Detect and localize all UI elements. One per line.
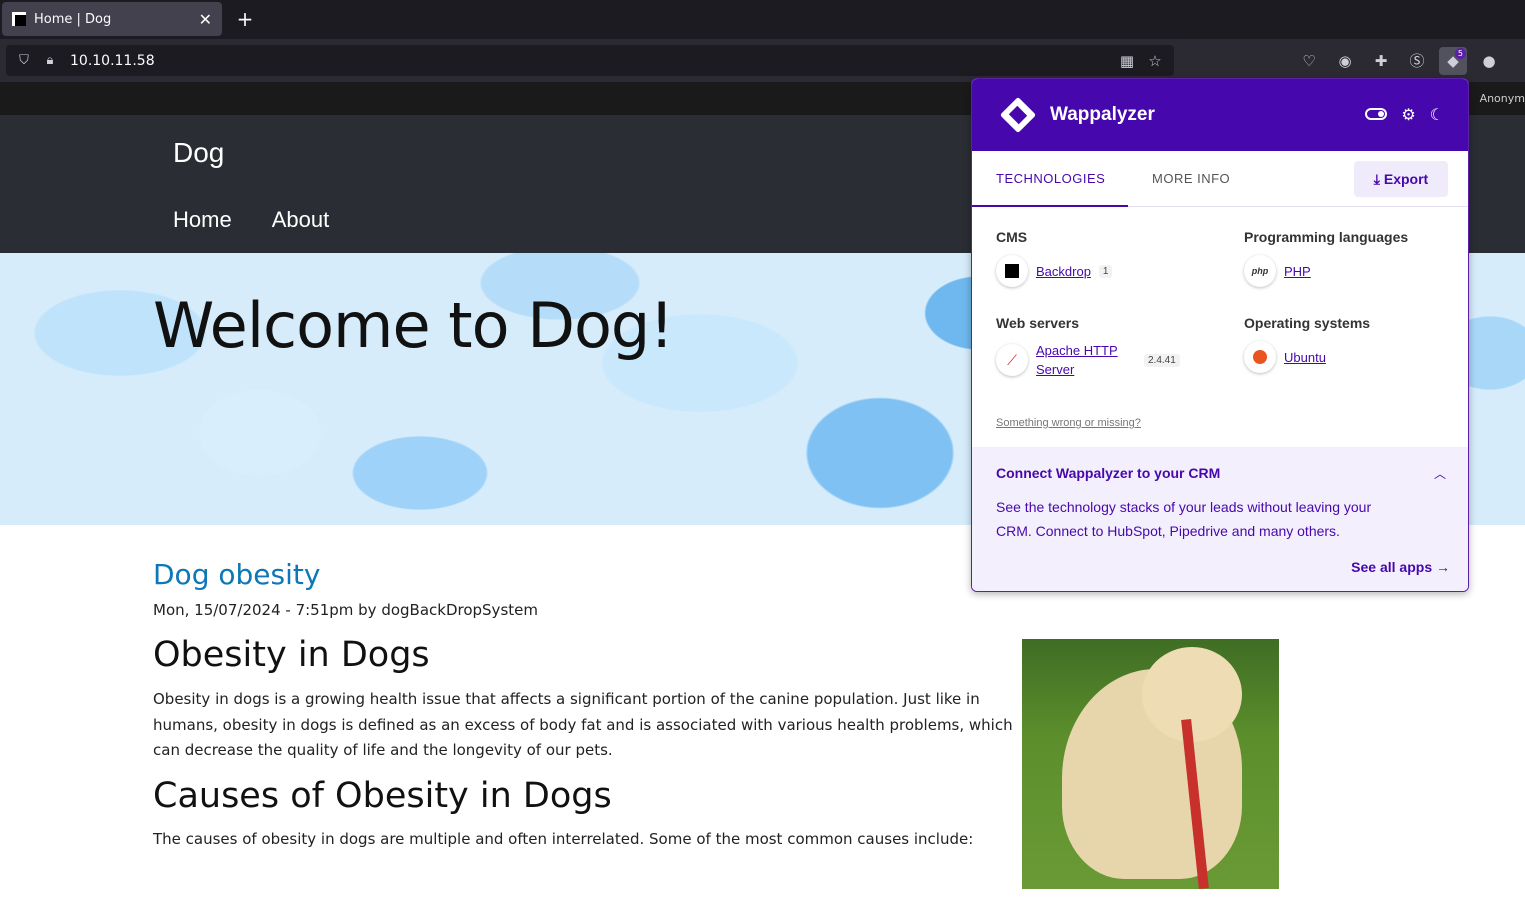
technologies-list: CMS Backdrop 1 Programming languages php… [972,207,1468,447]
article-title-link[interactable]: Dog obesity [153,558,1013,591]
pocket-icon[interactable]: ♡ [1295,47,1323,75]
tab-home-dog[interactable]: Home | Dog ✕ [2,2,222,36]
backdrop-icon [996,255,1028,287]
wappalyzer-logo-icon [996,96,1042,134]
tech-item-backdrop[interactable]: Backdrop 1 [996,255,1113,287]
account-icon[interactable]: ◉ [1331,47,1359,75]
extension-count-badge: 5 [1454,48,1466,59]
category-title: Operating systems [1244,315,1371,331]
crm-panel: Connect Wappalyzer to your CRM ︿ See the… [972,447,1468,591]
category-title: CMS [996,229,1028,245]
close-tab-icon[interactable]: ✕ [199,10,212,29]
something-wrong-link[interactable]: Something wrong or missing? [996,417,1141,429]
category-title: Programming languages [1244,229,1409,245]
category-programming-languages: Programming languages php PHP [1244,229,1408,287]
bookmark-star-icon[interactable]: ☆ [1146,52,1164,70]
tech-version: 2.4.41 [1144,353,1180,367]
settings-gear-icon[interactable]: ⚙ [1401,105,1415,125]
arrow-right-icon: → [1436,559,1450,575]
article-meta: Mon, 15/07/2024 - 7:51pm by dogBackDropS… [153,601,538,619]
toolbar-icons: ♡ ◉ ✚ Ⓢ ◆ 5 ● [1295,47,1503,75]
main-menu: Home About [173,207,329,233]
tab-technologies[interactable]: TECHNOLOGIES [972,151,1128,207]
tech-item-php[interactable]: php PHP [1244,255,1408,287]
tech-name-link[interactable]: PHP [1284,262,1311,281]
anonymous-label: Anonym [1479,92,1525,105]
tech-item-ubuntu[interactable]: Ubuntu [1244,341,1370,373]
lock-icon[interactable]: 🔒︎ [42,53,58,69]
wappalyzer-title: Wappalyzer [1050,104,1155,125]
tech-name-link[interactable]: Backdrop [1036,262,1091,281]
nav-bar: ⛉ 🔒︎ 10.10.11.58 ▦ ☆ ♡ ◉ ✚ Ⓢ ◆ 5 ● [0,39,1525,82]
site-name-link[interactable]: Dog [173,137,224,169]
export-label: Export [1383,171,1429,187]
tech-name-link[interactable]: Ubuntu [1284,348,1326,367]
category-cms: CMS Backdrop 1 [996,229,1113,287]
ubuntu-icon [1244,341,1276,373]
crm-title: Connect Wappalyzer to your CRM [996,465,1221,481]
url-text[interactable]: 10.10.11.58 [70,53,1118,69]
menu-home-link[interactable]: Home [173,207,232,233]
article-paragraph: Obesity in dogs is a growing health issu… [153,690,1013,759]
see-all-apps-link[interactable]: See all apps → [1351,559,1450,575]
apache-feather-icon: ⟋ [996,344,1028,376]
tab-title: Home | Dog [34,11,112,27]
export-button[interactable]: ⤓ Export [1354,161,1448,197]
wappalyzer-tabs: TECHNOLOGIES MORE INFO ⤓ Export [972,151,1468,207]
dog-photo [1022,639,1279,889]
tech-name-link[interactable]: Apache HTTP Server [1036,341,1136,379]
dark-mode-moon-icon[interactable]: ☾ [1430,105,1444,125]
php-icon-text: php [1251,266,1269,276]
hero-title: Welcome to Dog! [153,289,674,362]
wappalyzer-header: Wappalyzer ⚙ ☾ [972,79,1468,151]
tech-version: 1 [1098,264,1113,278]
tab-more-info[interactable]: MORE INFO [1128,151,1254,207]
toggle-icon[interactable] [1365,108,1388,120]
cookie-icon[interactable]: ● [1475,47,1503,75]
wappalyzer-extension-icon[interactable]: ◆ 5 [1439,47,1467,75]
qr-code-icon[interactable]: ▦ [1118,52,1136,70]
article-heading: Obesity in Dogs [153,635,430,675]
extension-s-icon[interactable]: Ⓢ [1403,47,1431,75]
wappalyzer-popup: Wappalyzer ⚙ ☾ TECHNOLOGIES MORE INFO ⤓ … [971,78,1469,592]
see-all-apps-label: See all apps [1351,559,1433,575]
crm-text: See the technology stacks of your leads … [996,499,1372,539]
category-title: Web servers [996,315,1080,331]
tab-bar: Home | Dog ✕ + [0,0,1525,39]
header-actions: ⚙ ☾ [1365,105,1444,125]
article-paragraph-2: The causes of obesity in dogs are multip… [153,829,974,848]
php-icon: php [1244,255,1276,287]
shield-icon[interactable]: ⛉ [16,53,32,69]
extensions-puzzle-icon[interactable]: ✚ [1367,47,1395,75]
category-web-servers: Web servers ⟋ Apache HTTP Server 2.4.41 [996,315,1196,379]
download-icon: ⤓ [1373,171,1384,187]
backdrop-favicon-icon [12,12,26,26]
new-tab-button[interactable]: + [232,6,258,32]
article: Dog obesity Mon, 15/07/2024 - 7:51pm by … [153,558,1013,848]
tech-item-apache[interactable]: ⟋ Apache HTTP Server 2.4.41 [996,341,1196,379]
chevron-up-icon[interactable]: ︿ [1434,465,1446,482]
category-operating-systems: Operating systems Ubuntu [1244,315,1370,373]
article-subheading: Causes of Obesity in Dogs [153,775,612,816]
url-bar[interactable]: ⛉ 🔒︎ 10.10.11.58 ▦ ☆ [6,45,1174,76]
menu-about-link[interactable]: About [272,207,330,233]
